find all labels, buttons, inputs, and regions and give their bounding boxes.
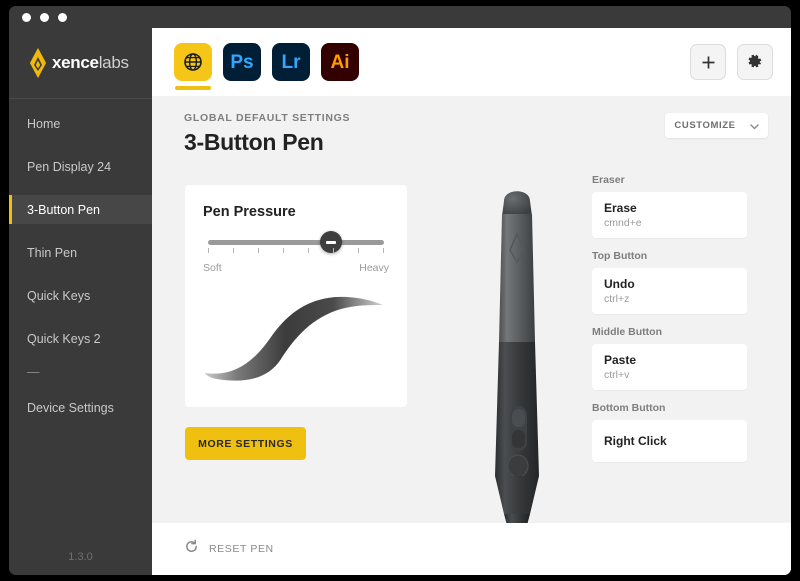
mapping-action: Undo — [604, 277, 635, 291]
plus-icon — [701, 55, 716, 70]
minimize-button[interactable] — [40, 12, 49, 22]
sidebar: xencelabs Home Pen Display 24 3-Button P… — [9, 28, 152, 575]
sidebar-item-home[interactable]: Home — [9, 109, 152, 138]
slider-tick — [258, 248, 259, 253]
mapping-card-top-button[interactable]: Undo ctrl+z — [592, 268, 747, 314]
main-panel: Ps Lr Ai GLOBAL DEFAULT SETTINGS 3-Butto… — [152, 28, 791, 575]
slider-tick — [383, 248, 384, 253]
mapping-card-bottom-button[interactable]: Right Click — [592, 420, 747, 462]
content-footer: RESET PEN — [152, 523, 791, 575]
sidebar-item-pen-display-24[interactable]: Pen Display 24 — [9, 152, 152, 181]
close-button[interactable] — [22, 12, 31, 22]
sidebar-item-quick-keys[interactable]: Quick Keys — [9, 281, 152, 310]
window-titlebar — [9, 6, 791, 28]
slider-tick — [283, 248, 284, 253]
slider-ticks — [208, 248, 384, 256]
mapping-shortcut: ctrl+z — [604, 293, 630, 305]
mapping-group-middle-button: Middle Button Paste ctrl+v — [592, 326, 747, 390]
tab-global-default[interactable] — [174, 43, 212, 90]
sidebar-nav: Home Pen Display 24 3-Button Pen Thin Pe… — [9, 99, 152, 422]
tab-lightroom[interactable]: Lr — [272, 43, 310, 81]
xencelabs-flame-icon — [27, 47, 49, 79]
settings-button[interactable] — [737, 44, 773, 80]
brand-name-light: labs — [98, 53, 129, 72]
app-toolbar: Ps Lr Ai — [152, 28, 791, 96]
mapping-label: Middle Button — [592, 326, 662, 338]
slider-tick — [333, 248, 334, 253]
toolbar-actions — [690, 44, 773, 80]
mapping-action: Erase — [604, 201, 637, 215]
customize-label: CUSTOMIZE — [674, 120, 736, 131]
mapping-shortcut: ctrl+v — [604, 369, 630, 381]
reset-pen-label: RESET PEN — [209, 543, 274, 555]
brand-name-bold: xence — [52, 53, 99, 72]
gear-icon — [747, 54, 763, 70]
slider-tick — [358, 248, 359, 253]
sidebar-item-label: Quick Keys 2 — [27, 331, 101, 346]
sidebar-item-label: Quick Keys — [27, 288, 91, 303]
sidebar-item-device-settings[interactable]: Device Settings — [9, 393, 152, 422]
mapping-card-middle-button[interactable]: Paste ctrl+v — [592, 344, 747, 390]
app-window: xencelabs Home Pen Display 24 3-Button P… — [9, 6, 791, 575]
mapping-shortcut: cmnd+e — [604, 217, 642, 229]
mapping-label: Top Button — [592, 250, 648, 262]
sidebar-placeholder-dash: — — [27, 365, 40, 379]
mapping-label: Eraser — [592, 174, 625, 186]
mapping-group-eraser: Eraser Erase cmnd+e — [592, 174, 747, 238]
sidebar-item-3-button-pen[interactable]: 3-Button Pen — [9, 195, 152, 224]
globe-icon — [183, 52, 203, 72]
sidebar-item-label: Pen Display 24 — [27, 159, 112, 174]
slider-tick — [308, 248, 309, 253]
slider-track[interactable] — [208, 231, 384, 253]
sidebar-item-label: Thin Pen — [27, 245, 78, 260]
customize-dropdown[interactable]: CUSTOMIZE — [665, 113, 768, 138]
tab-illustrator[interactable]: Ai — [321, 43, 359, 81]
mapping-label: Bottom Button — [592, 402, 666, 414]
sidebar-item-quick-keys-2[interactable]: Quick Keys 2 — [9, 324, 152, 353]
slider-labels: Soft Heavy — [203, 262, 389, 274]
reset-pen-button[interactable]: RESET PEN — [184, 539, 274, 559]
mapping-action: Paste — [604, 353, 637, 367]
pen-stroke-curve — [197, 281, 395, 391]
illustrator-icon: Ai — [330, 51, 350, 73]
mapping-group-top-button: Top Button Undo ctrl+z — [592, 250, 747, 314]
sidebar-item-label: 3-Button Pen — [27, 202, 100, 217]
chevron-down-icon — [749, 117, 759, 135]
maximize-button[interactable] — [58, 12, 67, 22]
button-mappings: Eraser Erase cmnd+e Top Button Undo ctrl… — [592, 174, 747, 474]
pen-pressure-card: Pen Pressure Soft Heavy — [185, 185, 407, 407]
slider-max-label: Heavy — [359, 262, 389, 274]
slider-tick — [208, 248, 209, 253]
mapping-action: Right Click — [604, 434, 667, 448]
application-tabs: Ps Lr Ai — [174, 43, 359, 90]
slider-min-label: Soft — [203, 262, 222, 274]
brand-logo: xencelabs — [9, 28, 152, 98]
mapping-card-eraser[interactable]: Erase cmnd+e — [592, 192, 747, 238]
content-area: GLOBAL DEFAULT SETTINGS 3-Button Pen CUS… — [152, 96, 791, 575]
brand-wordmark: xencelabs — [52, 53, 129, 73]
sidebar-item-label: Device Settings — [27, 400, 114, 415]
add-application-button[interactable] — [690, 44, 726, 80]
more-settings-button[interactable]: MORE SETTINGS — [185, 427, 306, 460]
photoshop-icon: Ps — [230, 51, 254, 73]
desktop-background: xencelabs Home Pen Display 24 3-Button P… — [0, 0, 800, 581]
lightroom-icon: Lr — [281, 51, 301, 73]
slider-tick — [233, 248, 234, 253]
app-version: 1.3.0 — [68, 551, 93, 563]
pen-pressure-title: Pen Pressure — [203, 204, 296, 220]
tab-photoshop[interactable]: Ps — [223, 43, 261, 81]
mapping-group-bottom-button: Bottom Button Right Click — [592, 402, 747, 462]
sidebar-item-label: Home — [27, 116, 61, 131]
3-button-pen-illustration — [442, 176, 592, 575]
refresh-icon — [184, 539, 199, 559]
pen-pressure-slider[interactable]: Soft Heavy — [203, 231, 389, 274]
sidebar-item-thin-pen[interactable]: Thin Pen — [9, 238, 152, 267]
